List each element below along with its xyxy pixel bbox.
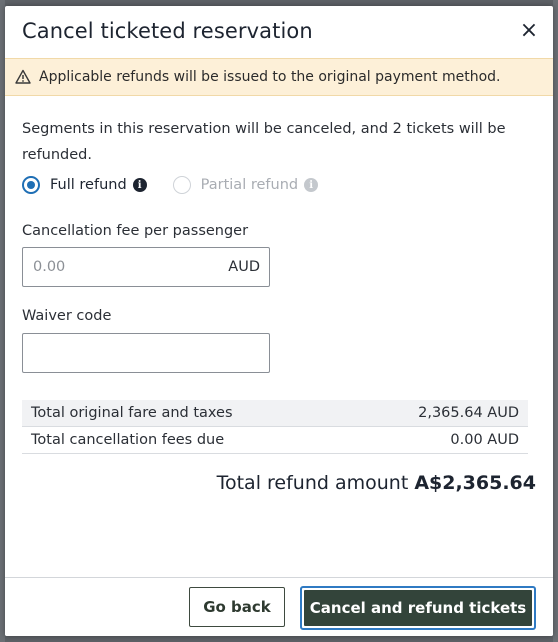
- total-refund-amount: A$2,365.64: [414, 472, 536, 494]
- cancel-and-refund-button[interactable]: Cancel and refund tickets: [300, 586, 536, 630]
- dialog-footer: Go back Cancel and refund tickets: [5, 577, 553, 636]
- total-fees-value: 0.00 AUD: [450, 432, 519, 448]
- dialog-header: Cancel ticketed reservation ×: [5, 6, 553, 58]
- cancel-reservation-dialog: Cancel ticketed reservation × Applicable…: [5, 6, 553, 636]
- total-fare-row: Total original fare and taxes 2,365.64 A…: [22, 400, 528, 427]
- total-refund-label: Total refund amount: [216, 472, 415, 494]
- waiver-code-input[interactable]: [22, 333, 270, 373]
- currency-suffix: AUD: [228, 259, 260, 275]
- total-fare-label: Total original fare and taxes: [31, 405, 233, 421]
- total-fees-label: Total cancellation fees due: [31, 432, 225, 448]
- banner-message: Applicable refunds will be issued to the…: [39, 69, 501, 85]
- cancellation-fee-placeholder[interactable]: 0.00: [33, 259, 65, 275]
- close-icon[interactable]: ×: [520, 18, 538, 43]
- total-fare-value: 2,365.64 AUD: [418, 405, 519, 421]
- cancellation-fee-input[interactable]: 0.00 AUD: [22, 247, 270, 287]
- dialog-title: Cancel ticketed reservation: [22, 19, 313, 43]
- cancellation-fee-label: Cancellation fee per passenger: [22, 223, 249, 239]
- close-button[interactable]: ×: [517, 20, 541, 44]
- info-icon[interactable]: i: [304, 178, 319, 192]
- info-icon[interactable]: i: [132, 178, 147, 192]
- cancel-and-refund-label[interactable]: Cancel and refund tickets: [304, 590, 532, 626]
- refund-type-group: Full refund i Partial refund i: [22, 176, 319, 194]
- partial-refund-radio[interactable]: [172, 176, 191, 194]
- totals-table: Total original fare and taxes 2,365.64 A…: [22, 400, 528, 454]
- warning-icon: [15, 69, 31, 85]
- partial-refund-label[interactable]: Partial refund: [201, 177, 298, 193]
- warning-banner: Applicable refunds will be issued to the…: [5, 58, 553, 96]
- full-refund-radio[interactable]: [22, 176, 40, 194]
- go-back-button[interactable]: Go back: [189, 587, 285, 627]
- waiver-code-label: Waiver code: [22, 308, 112, 324]
- total-fees-row: Total cancellation fees due 0.00 AUD: [22, 427, 528, 454]
- total-refund: Total refund amount A$2,365.64: [217, 472, 536, 494]
- full-refund-label[interactable]: Full refund: [50, 177, 127, 193]
- background-page-right: [553, 0, 558, 642]
- cancellation-description: Segments in this reservation will be can…: [22, 121, 506, 163]
